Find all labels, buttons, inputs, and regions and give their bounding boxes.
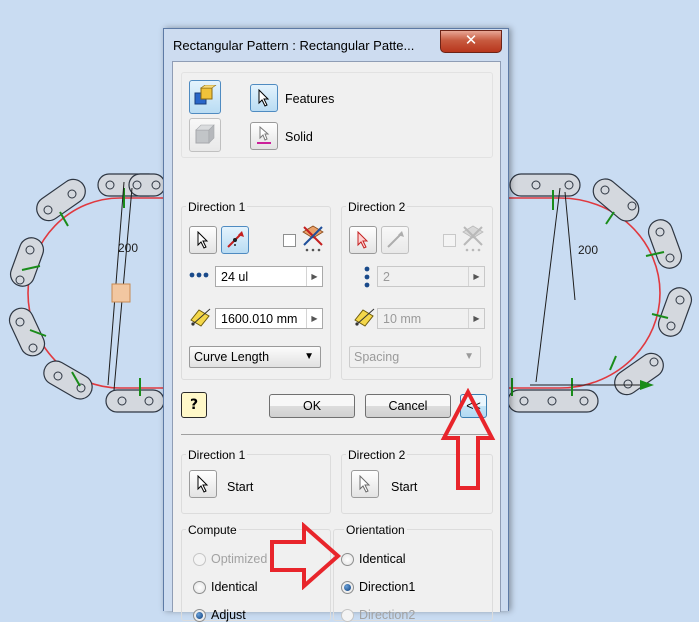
features-select-button[interactable] bbox=[250, 84, 278, 112]
direction1-distance-input[interactable]: 1600.010 mm ▶ bbox=[215, 308, 323, 329]
flip-direction-icon bbox=[387, 231, 404, 248]
direction1-count-input[interactable]: 24 ul ▶ bbox=[215, 266, 323, 287]
direction2-start-title: Direction 2 bbox=[346, 448, 408, 462]
direction2-count-input[interactable]: 2 ▶ bbox=[377, 266, 485, 287]
solid-select-button[interactable] bbox=[250, 122, 278, 150]
chain-links-right bbox=[507, 173, 693, 413]
direction1-method-value: Curve Length bbox=[194, 350, 270, 364]
close-button[interactable]: ✕ bbox=[440, 30, 502, 53]
pattern-features-icon bbox=[194, 85, 217, 105]
cursor-arrow-icon bbox=[197, 231, 209, 249]
direction1-count-value: 24 ul bbox=[221, 270, 249, 284]
spin-arrow-icon[interactable]: ▶ bbox=[306, 267, 322, 286]
window-title: Rectangular Pattern : Rectangular Patte.… bbox=[173, 38, 415, 53]
pattern-solids-button[interactable] bbox=[189, 118, 221, 152]
selection-group bbox=[181, 72, 493, 158]
direction1-start-title: Direction 1 bbox=[186, 448, 248, 462]
pattern-solids-icon bbox=[195, 124, 215, 144]
cursor-solid-icon bbox=[257, 126, 271, 144]
direction1-path-select-button[interactable] bbox=[189, 226, 217, 254]
close-icon: ✕ bbox=[464, 31, 478, 49]
spin-arrow-icon[interactable]: ▶ bbox=[468, 267, 484, 286]
help-button[interactable]: ? bbox=[181, 392, 207, 418]
direction2-midplane-icon bbox=[462, 225, 484, 252]
direction1-title: Direction 1 bbox=[186, 200, 248, 214]
direction2-method-select[interactable]: Spacing ▼ bbox=[349, 346, 481, 368]
pattern-features-button[interactable] bbox=[189, 80, 221, 114]
direction1-distance-value: 1600.010 mm bbox=[221, 312, 298, 326]
dropdown-arrow-icon: ▼ bbox=[464, 351, 474, 362]
orientation-direction1-label: Direction1 bbox=[359, 580, 416, 594]
compute-adjust-radio[interactable] bbox=[193, 609, 206, 622]
direction2-path-select-button[interactable] bbox=[349, 226, 377, 254]
flip-direction-icon bbox=[227, 231, 244, 248]
orientation-direction2-label: Direction2 bbox=[359, 608, 416, 622]
compute-identical-label: Identical bbox=[211, 580, 258, 594]
spin-arrow-icon[interactable]: ▶ bbox=[306, 309, 322, 328]
orientation-direction2-radio[interactable] bbox=[341, 609, 354, 622]
direction2-count-value: 2 bbox=[383, 270, 390, 284]
count-icon bbox=[189, 272, 209, 278]
direction2-start-label: Start bbox=[391, 480, 418, 494]
chain-links-left bbox=[8, 173, 166, 413]
direction1-method-select[interactable]: Curve Length ▼ bbox=[189, 346, 321, 368]
direction1-start-label: Start bbox=[227, 480, 254, 494]
direction1-midplane-checkbox[interactable] bbox=[283, 234, 296, 247]
cursor-arrow-icon bbox=[197, 475, 209, 493]
radio-selected-dot bbox=[344, 584, 351, 591]
direction2-flip-button[interactable] bbox=[381, 226, 409, 254]
title-bar[interactable]: Rectangular Pattern : Rectangular Patte.… bbox=[164, 29, 508, 61]
annotation-up-arrow bbox=[440, 388, 496, 490]
direction2-distance-value: 10 mm bbox=[383, 312, 422, 326]
compute-identical-radio[interactable] bbox=[193, 581, 206, 594]
cancel-label: Cancel bbox=[388, 399, 428, 413]
orientation-identical-label: Identical bbox=[359, 552, 406, 566]
radio-selected-dot bbox=[196, 612, 203, 619]
dimension-label-right: 200 bbox=[578, 243, 598, 257]
direction2-midplane-checkbox[interactable] bbox=[443, 234, 456, 247]
compute-optimized-label: Optimized bbox=[211, 552, 268, 566]
link-pins-left bbox=[15, 180, 161, 406]
ok-button[interactable]: OK bbox=[269, 394, 355, 418]
ok-label: OK bbox=[302, 399, 322, 413]
orientation-title: Orientation bbox=[344, 523, 407, 537]
dimension-label-left: 200 bbox=[118, 241, 138, 255]
direction2-title: Direction 2 bbox=[346, 200, 408, 214]
compute-adjust-label: Adjust bbox=[211, 608, 246, 622]
cursor-arrow-icon bbox=[357, 231, 369, 249]
compute-optimized-radio[interactable] bbox=[193, 553, 206, 566]
spacing-icon bbox=[190, 308, 211, 327]
count-icon bbox=[364, 266, 370, 288]
compute-title: Compute bbox=[186, 523, 239, 537]
cursor-arrow-icon bbox=[258, 89, 270, 107]
solid-label: Solid bbox=[285, 130, 313, 144]
spacing-icon bbox=[354, 308, 375, 327]
direction2-method-value: Spacing bbox=[354, 350, 400, 364]
sketch-point bbox=[111, 283, 131, 303]
direction1-flip-button[interactable] bbox=[221, 226, 249, 254]
cursor-arrow-icon bbox=[359, 475, 371, 493]
direction1-start-button[interactable] bbox=[189, 470, 217, 498]
cancel-button[interactable]: Cancel bbox=[365, 394, 451, 418]
direction2-distance-input[interactable]: 10 mm ▶ bbox=[377, 308, 485, 329]
direction2-start-button[interactable] bbox=[351, 470, 379, 498]
annotation-right-arrow bbox=[270, 522, 342, 590]
features-label: Features bbox=[285, 92, 335, 106]
help-icon: ? bbox=[189, 397, 199, 413]
direction1-midplane-icon bbox=[302, 225, 324, 252]
dropdown-arrow-icon: ▼ bbox=[304, 351, 314, 362]
spin-arrow-icon[interactable]: ▶ bbox=[468, 309, 484, 328]
